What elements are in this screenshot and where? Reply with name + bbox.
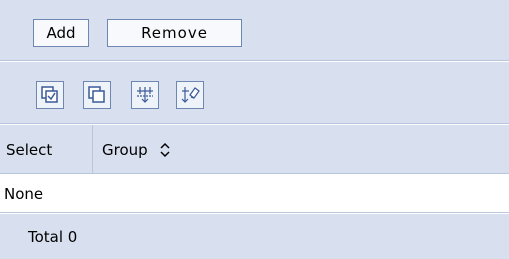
table-header: Select Group [0, 125, 509, 174]
deselect-all-icon [88, 86, 105, 103]
deselect-all-button[interactable] [83, 81, 111, 109]
icon-toolbar [0, 62, 509, 124]
clear-filter-icon [181, 87, 200, 103]
remove-button[interactable]: Remove [107, 19, 242, 47]
add-button[interactable]: Add [33, 19, 89, 47]
show-filter-button[interactable] [131, 81, 159, 109]
table-footer-total: Total 0 [0, 214, 509, 259]
select-all-button[interactable] [36, 81, 64, 109]
action-toolbar: Add Remove [0, 0, 509, 61]
sort-icon[interactable] [158, 141, 172, 159]
column-header-group-label: Group [102, 140, 148, 159]
clear-filter-button[interactable] [176, 81, 204, 109]
table-row-empty: None [0, 175, 509, 213]
column-header-select: Select [0, 125, 93, 174]
group-table-panel: Add Remove Select Group None Total 0 [0, 0, 509, 259]
select-all-icon [41, 86, 58, 103]
expand-filter-icon [137, 87, 153, 103]
column-header-group[interactable]: Group [94, 125, 509, 174]
